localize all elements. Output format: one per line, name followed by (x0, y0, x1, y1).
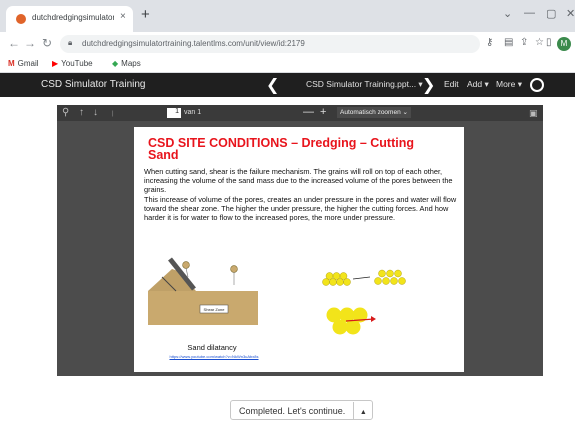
search-icon[interactable]: ⚲ (62, 107, 69, 119)
download-icon[interactable]: ▣ (529, 107, 538, 119)
pdf-toolbar: ⚲ ↑ ↓ | 1 van 1 — + Automatisch zoomen ⌄… (57, 105, 543, 121)
zoom-select[interactable]: Automatisch zoomen ⌄ (337, 107, 411, 118)
arrowhead-icon (371, 316, 376, 322)
new-tab-button[interactable]: + (141, 7, 150, 22)
page-separator: | (112, 111, 114, 117)
next-unit-icon[interactable]: ❯ (422, 75, 435, 95)
browser-tab[interactable]: dutchdredgingsimulatortraining × (6, 6, 133, 32)
profile-avatar[interactable]: M (557, 37, 571, 51)
zoom-in-button[interactable]: + (320, 106, 326, 118)
page-count: van 1 (184, 109, 202, 116)
edit-link[interactable]: Edit (444, 79, 459, 89)
star-icon[interactable]: ☆ (535, 38, 544, 48)
side-panel-icon[interactable]: ▯ (546, 38, 552, 48)
bookmark-youtube[interactable]: ▶ YouTube (52, 59, 93, 68)
maximize-button[interactable]: ▢ (546, 7, 556, 20)
favicon-icon (16, 14, 26, 24)
tab-search-icon[interactable]: ⌄ (503, 7, 512, 20)
course-header: CSD Simulator Training ❮ CSD Simulator T… (0, 73, 575, 97)
bookmark-gmail[interactable]: M Gmail (8, 59, 39, 68)
grain-dilation-figure (322, 269, 406, 335)
bookmarks-bar: M Gmail ▶ YouTube ◆ Maps (0, 56, 575, 73)
forward-icon[interactable]: → (24, 37, 36, 49)
grain-cluster-compact (322, 272, 351, 286)
tab-strip: dutchdredgingsimulatortraining × + ⌄ — ▢… (0, 0, 575, 32)
translate-icon[interactable]: ▤ (504, 38, 513, 48)
pdf-page: CSD SITE CONDITIONS – Dredging – Cutting… (134, 127, 464, 372)
continue-button[interactable]: Completed. Let's continue. (231, 402, 355, 420)
close-tab-icon[interactable]: × (120, 11, 126, 22)
shear-zone-label: Shear Zone (204, 307, 226, 312)
zoom-select-value: Automatisch zoomen (340, 109, 401, 116)
gmail-icon: M (8, 59, 15, 68)
zoom-out-button[interactable]: — (303, 106, 314, 118)
back-icon[interactable]: ← (8, 37, 20, 49)
previous-page-icon[interactable]: ↑ (79, 107, 84, 119)
unit-selector[interactable]: CSD Simulator Training.ppt... ▾ (306, 79, 423, 90)
figure-link[interactable]: https://www.youtube.com/watch?v=NkWn3uAb… (154, 354, 274, 359)
continue-dropdown-icon[interactable]: ▲ (354, 404, 372, 422)
slide-body: When cutting sand, shear is the failure … (144, 167, 460, 222)
figure-caption: Sand dilatancy (187, 343, 237, 352)
url-text: dutchdredgingsimulatortraining.talentlms… (82, 39, 305, 48)
arrow-icon (352, 276, 371, 280)
maps-icon: ◆ (112, 59, 119, 68)
grain-cluster-dilated (374, 269, 406, 285)
unit-content: ⚲ ↑ ↓ | 1 van 1 — + Automatisch zoomen ⌄… (0, 97, 575, 428)
reload-icon[interactable]: ↻ (42, 37, 52, 49)
page-number-input[interactable]: 1 (167, 108, 181, 118)
add-menu[interactable]: Add ▾ (467, 79, 489, 90)
previous-unit-icon[interactable]: ❮ (266, 75, 279, 95)
share-icon[interactable]: ⇪ (520, 38, 528, 48)
next-page-icon[interactable]: ↓ (93, 107, 98, 119)
minimize-button[interactable]: — (524, 7, 535, 19)
chevron-down-icon: ⌄ (402, 109, 408, 116)
lock-icon[interactable]: 🔒︎ (68, 38, 72, 48)
grain-icon (182, 261, 190, 269)
course-title[interactable]: CSD Simulator Training (41, 79, 145, 90)
bookmark-maps[interactable]: ◆ Maps (112, 59, 141, 68)
continue-button-group: Completed. Let's continue. ▲ (230, 400, 374, 422)
shear-zone-figure: Shear Zone (148, 257, 258, 325)
key-icon[interactable]: ⚷ (486, 38, 493, 48)
tab-title: dutchdredgingsimulatortraining (32, 13, 114, 22)
slide-paragraph: This increase of volume of the pores, cr… (144, 194, 457, 223)
more-menu[interactable]: More ▾ (496, 79, 522, 90)
pdf-viewer[interactable]: CSD SITE CONDITIONS – Dredging – Cutting… (57, 121, 543, 376)
grain-icon (230, 265, 238, 273)
window-close-button[interactable]: ✕ (566, 7, 575, 20)
browser-toolbar: ← → ↻ 🔒︎ dutchdredgingsimulatortraining.… (0, 32, 575, 56)
loading-icon (530, 78, 544, 92)
slide-title: CSD SITE CONDITIONS – Dredging – Cutting… (148, 136, 414, 162)
address-bar[interactable]: 🔒︎ dutchdredgingsimulatortraining.talent… (60, 35, 480, 53)
slide-paragraph: When cutting sand, shear is the failure … (144, 167, 453, 195)
youtube-icon: ▶ (52, 59, 59, 68)
